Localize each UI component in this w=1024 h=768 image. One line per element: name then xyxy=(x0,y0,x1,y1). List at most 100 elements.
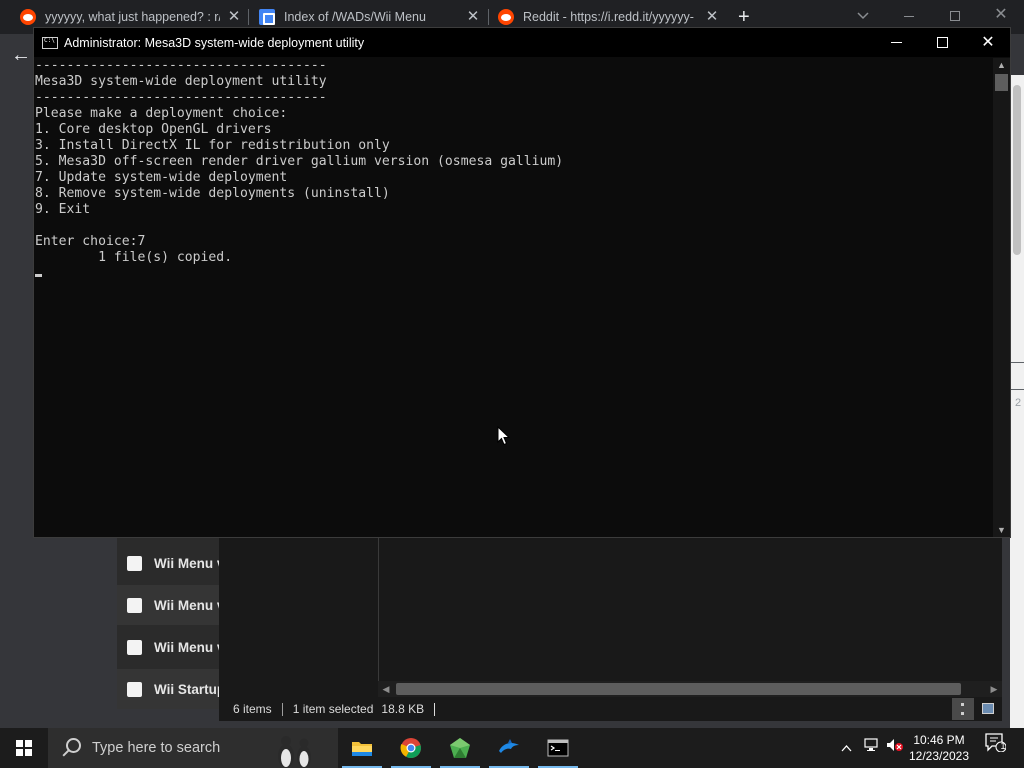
search-placeholder: Type here to search xyxy=(92,740,221,756)
windows-logo-icon xyxy=(16,740,32,756)
tab-title: Reddit - https://i.redd.it/yyyyyy- xyxy=(523,10,694,24)
checkbox[interactable] xyxy=(127,639,142,655)
file-row[interactable]: Wii Menu v xyxy=(117,627,219,667)
action-center-button[interactable]: 1 xyxy=(978,728,1012,768)
start-button[interactable] xyxy=(0,728,48,768)
console-line: ------------------------------------- xyxy=(35,58,327,73)
gem-icon xyxy=(450,738,470,758)
selection-info: 1 item selected xyxy=(292,702,374,716)
console-line: 9. Exit xyxy=(35,202,91,217)
notification-count: 1 xyxy=(1000,741,1006,751)
console-line: Enter choice:7 xyxy=(35,234,146,249)
command-prompt-window[interactable]: Administrator: Mesa3D system-wide deploy… xyxy=(33,27,1011,538)
explorer-details-column xyxy=(219,537,378,697)
show-hidden-icons-button[interactable] xyxy=(836,728,856,768)
file-name: Wii Menu v xyxy=(154,555,219,571)
explorer-status-bar: 6 items 1 item selected 18.8 KB xyxy=(219,697,1002,721)
back-button[interactable]: ← xyxy=(8,42,34,68)
console-line: 8. Remove system-wide deployments (unins… xyxy=(35,186,390,201)
scroll-left-icon[interactable]: ◀ xyxy=(378,681,394,697)
console-output[interactable]: ------------------------------------- Mes… xyxy=(34,58,994,537)
taskbar-app-file-explorer[interactable] xyxy=(338,728,386,768)
maximize-icon xyxy=(936,37,948,49)
clock-time: 10:46 PM xyxy=(913,733,965,747)
mouse-pointer-icon xyxy=(497,426,511,446)
file-name: Wii Menu v xyxy=(154,639,219,655)
console-line: Mesa3D system-wide deployment utility xyxy=(35,74,327,89)
console-line: 3. Install DirectX IL for redistribution… xyxy=(35,138,390,153)
item-count: 6 items xyxy=(233,702,272,716)
selection-size: 18.8 KB xyxy=(381,702,425,716)
large-icons-view-button[interactable] xyxy=(977,698,999,720)
reddit-icon xyxy=(20,9,36,25)
scrollbar-thumb[interactable] xyxy=(1013,85,1021,255)
reddit-icon xyxy=(498,9,514,25)
taskbar-app-command-prompt[interactable] xyxy=(534,728,582,768)
console-line: 7. Update system-wide deployment xyxy=(35,170,288,185)
close-tab-icon[interactable]: ✕ xyxy=(226,9,242,25)
tab-search-button[interactable] xyxy=(840,0,886,30)
scrollbar-thumb[interactable] xyxy=(995,74,1008,91)
scroll-up-icon[interactable]: ▲ xyxy=(993,58,1010,72)
file-row[interactable]: Wii Menu v xyxy=(117,585,219,625)
minimize-icon xyxy=(904,15,914,17)
close-button[interactable]: ✕ xyxy=(965,28,1011,57)
explorer-file-list: Wii Menu v Wii Menu v Wii Menu v Wii Sta… xyxy=(117,537,219,709)
checkbox[interactable] xyxy=(127,555,142,571)
network-button[interactable] xyxy=(860,728,882,768)
browser-restore-button[interactable] xyxy=(932,0,978,30)
browser-minimize-button[interactable] xyxy=(886,0,932,30)
close-tab-icon[interactable]: ✕ xyxy=(704,9,720,25)
console-line: 1. Core desktop OpenGL drivers xyxy=(35,122,272,137)
scroll-down-icon[interactable]: ▼ xyxy=(993,523,1010,537)
file-row[interactable]: Wii Menu v xyxy=(117,543,219,583)
status-separator xyxy=(434,702,436,716)
taskbar-search-box[interactable]: Type here to search xyxy=(48,728,338,768)
page-fragment-text: 2 xyxy=(1015,397,1022,409)
arrow-left-icon: ← xyxy=(11,44,31,66)
window-title-bar[interactable]: Administrator: Mesa3D system-wide deploy… xyxy=(34,28,1010,57)
minimize-button[interactable] xyxy=(873,28,919,57)
volume-button[interactable] xyxy=(884,728,906,768)
console-cursor xyxy=(35,274,42,277)
chevron-up-icon xyxy=(841,745,851,752)
checkbox[interactable] xyxy=(127,597,142,613)
plus-icon: + xyxy=(738,5,750,28)
folder-icon xyxy=(352,742,372,756)
restore-icon xyxy=(950,11,960,22)
console-line: 1 file(s) copied. xyxy=(35,250,233,265)
file-row[interactable]: Wii Startup xyxy=(117,669,219,709)
penguins-icon xyxy=(278,736,311,768)
console-line: Please make a deployment choice: xyxy=(35,106,288,121)
clock-date: 12/23/2023 xyxy=(908,749,970,763)
console-vertical-scrollbar[interactable]: ▲ ▼ xyxy=(993,58,1010,537)
tab-separator xyxy=(488,9,489,25)
maximize-button[interactable] xyxy=(919,28,965,57)
chrome-icon xyxy=(400,738,421,759)
taskbar-clock[interactable]: 10:46 PM 12/23/2023 xyxy=(906,728,972,768)
scroll-right-icon[interactable]: ▶ xyxy=(986,681,1002,697)
scrollbar-thumb[interactable] xyxy=(396,683,961,695)
cmd-icon xyxy=(547,739,569,757)
browser-close-button[interactable]: ✕ xyxy=(978,0,1024,30)
volume-muted-icon xyxy=(887,739,903,751)
document-icon xyxy=(259,9,275,25)
console-line: 5. Mesa3D off-screen render driver galli… xyxy=(35,154,564,169)
taskbar-app-chrome[interactable] xyxy=(387,728,435,768)
minimize-icon xyxy=(890,42,902,44)
checkbox[interactable] xyxy=(127,681,142,697)
tab-title: yyyyyy, what just happened? : r/c xyxy=(45,10,220,24)
search-icon xyxy=(60,737,82,759)
close-icon: ✕ xyxy=(981,34,995,51)
cmd-icon xyxy=(42,36,58,49)
taskbar-app-green[interactable] xyxy=(436,728,484,768)
large-icons-view-icon xyxy=(982,703,994,714)
window-title: Administrator: Mesa3D system-wide deploy… xyxy=(64,35,365,50)
explorer-horizontal-scrollbar[interactable]: ◀ ▶ xyxy=(378,681,1002,697)
close-tab-icon[interactable]: ✕ xyxy=(465,9,481,25)
taskbar: Type here to search 10:46 PM 12/23/2023 … xyxy=(0,728,1024,768)
taskbar-app-dolphin[interactable] xyxy=(485,728,533,768)
page-fragment-box xyxy=(1010,362,1024,390)
details-view-button[interactable] xyxy=(952,698,974,720)
